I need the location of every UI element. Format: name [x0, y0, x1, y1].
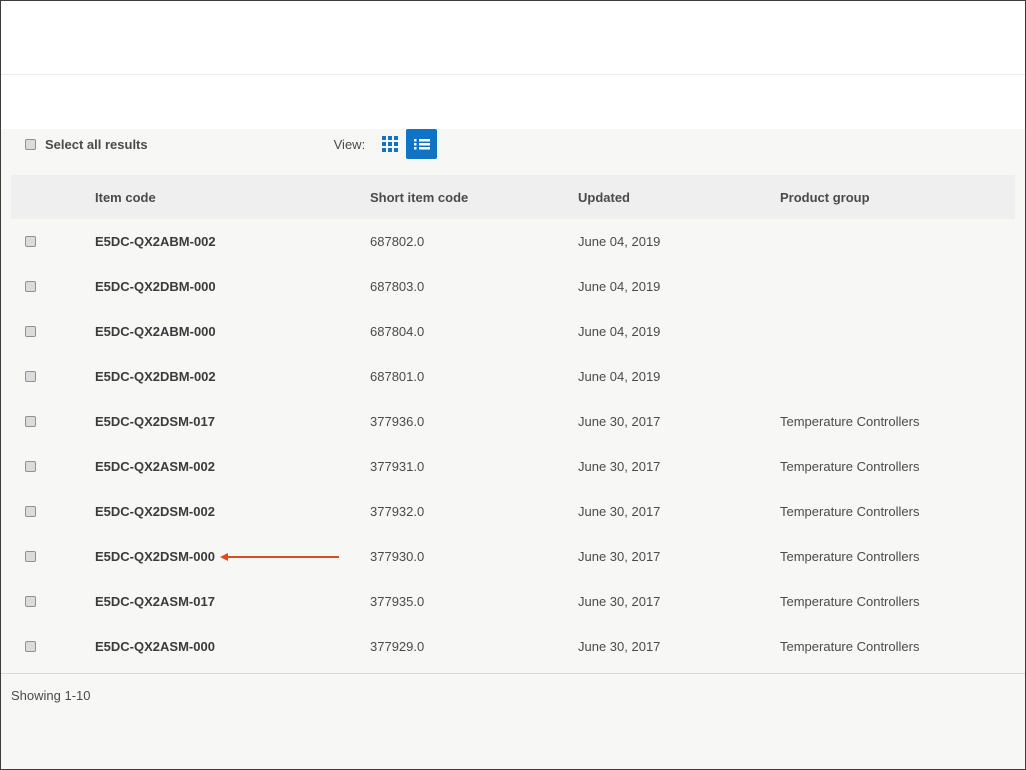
item-code-cell: E5DC-QX2ABM-000	[95, 324, 370, 339]
column-header-short-item-code: Short item code	[370, 189, 469, 205]
updated-cell: June 04, 2019	[578, 279, 661, 294]
item-code-cell: E5DC-QX2DSM-017	[95, 414, 370, 429]
updated-cell: June 30, 2017	[578, 549, 661, 564]
table-row: E5DC-QX2ASM-002 377931.0 June 30, 2017 T…	[11, 444, 1015, 489]
short-item-code-cell: 687804.0	[370, 324, 425, 339]
table-row: E5DC-QX2DBM-000 687803.0 June 04, 2019	[11, 264, 1015, 309]
item-code-cell: E5DC-QX2ASM-017	[95, 594, 370, 609]
short-item-code-cell: 687801.0	[370, 369, 425, 384]
short-item-code-cell: 377936.0	[370, 414, 425, 429]
item-code-text[interactable]: E5DC-QX2DSM-002	[95, 504, 215, 519]
row-checkbox-cell	[11, 506, 95, 517]
short-item-code-cell: 377929.0	[370, 639, 425, 654]
row-checkbox[interactable]	[25, 416, 36, 427]
results-window: Select all results View: Item code Short…	[0, 0, 1026, 770]
row-checkbox[interactable]	[25, 596, 36, 607]
product-group-cell: Temperature Controllers	[780, 549, 920, 564]
short-item-code-cell: 377935.0	[370, 594, 425, 609]
results-table: Item code Short item code Updated Produc…	[11, 175, 1015, 669]
select-all-checkbox[interactable]	[25, 138, 36, 150]
item-code-cell: E5DC-QX2ABM-002	[95, 234, 370, 249]
item-code-text[interactable]: E5DC-QX2DBM-000	[95, 279, 216, 294]
updated-cell: June 04, 2019	[578, 324, 661, 339]
item-code-cell: E5DC-QX2DSM-002	[95, 504, 370, 519]
row-checkbox[interactable]	[25, 326, 36, 337]
table-row: E5DC-QX2DBM-002 687801.0 June 04, 2019	[11, 354, 1015, 399]
item-code-text[interactable]: E5DC-QX2DSM-017	[95, 414, 215, 429]
row-checkbox[interactable]	[25, 371, 36, 382]
short-item-code-cell: 377932.0	[370, 504, 425, 519]
row-checkbox-cell	[11, 236, 95, 247]
results-footer: Showing 1-10	[1, 673, 1025, 703]
row-checkbox-cell	[11, 551, 95, 562]
showing-count: Showing 1-10	[11, 688, 91, 703]
short-item-code-cell: 377930.0	[370, 549, 425, 564]
updated-cell: June 30, 2017	[578, 414, 661, 429]
row-checkbox-cell	[11, 641, 95, 652]
select-all-label: Select all results	[45, 136, 148, 152]
item-code-text[interactable]: E5DC-QX2ASM-002	[95, 459, 215, 474]
list-view-icon	[413, 136, 430, 152]
updated-cell: June 04, 2019	[578, 234, 661, 249]
updated-cell: June 30, 2017	[578, 504, 661, 519]
item-code-cell: E5DC-QX2DBM-002	[95, 369, 370, 384]
table-body: E5DC-QX2ABM-002 687802.0 June 04, 2019 E…	[11, 219, 1015, 669]
item-code-text[interactable]: E5DC-QX2DSM-000	[95, 549, 215, 564]
row-checkbox[interactable]	[25, 506, 36, 517]
row-checkbox-cell	[11, 596, 95, 607]
row-checkbox[interactable]	[25, 461, 36, 472]
item-code-text[interactable]: E5DC-QX2ASM-000	[95, 639, 215, 654]
short-item-code-cell: 377931.0	[370, 459, 425, 474]
updated-cell: June 30, 2017	[578, 594, 661, 609]
column-header-product-group: Product group	[780, 189, 870, 205]
item-code-text[interactable]: E5DC-QX2ABM-002	[95, 234, 216, 249]
row-checkbox[interactable]	[25, 236, 36, 247]
row-checkbox-cell	[11, 371, 95, 382]
row-checkbox[interactable]	[25, 641, 36, 652]
row-checkbox-cell	[11, 461, 95, 472]
annotation-arrow	[219, 552, 339, 561]
row-checkbox[interactable]	[25, 281, 36, 292]
item-code-text[interactable]: E5DC-QX2ASM-017	[95, 594, 215, 609]
table-row: E5DC-QX2DSM-000 377930.0 June 30, 2017 T…	[11, 534, 1015, 579]
view-list-button[interactable]	[406, 129, 438, 159]
updated-cell: June 04, 2019	[578, 369, 661, 384]
product-group-cell: Temperature Controllers	[780, 414, 920, 429]
updated-cell: June 30, 2017	[578, 459, 661, 474]
table-row: E5DC-QX2ABM-002 687802.0 June 04, 2019	[11, 219, 1015, 264]
table-row: E5DC-QX2DSM-017 377936.0 June 30, 2017 T…	[11, 399, 1015, 444]
short-item-code-cell: 687802.0	[370, 234, 425, 249]
row-checkbox-cell	[11, 326, 95, 337]
results-toolbar: Select all results View:	[1, 129, 1025, 159]
updated-cell: June 30, 2017	[578, 639, 661, 654]
table-row: E5DC-QX2ASM-017 377935.0 June 30, 2017 T…	[11, 579, 1015, 624]
view-grid-button[interactable]	[377, 129, 403, 159]
top-bar	[1, 1, 1025, 75]
row-checkbox[interactable]	[25, 551, 36, 562]
table-row: E5DC-QX2ASM-000 377929.0 June 30, 2017 T…	[11, 624, 1015, 669]
view-switcher: View:	[334, 129, 441, 159]
row-checkbox-cell	[11, 281, 95, 292]
product-group-cell: Temperature Controllers	[780, 504, 920, 519]
table-row: E5DC-QX2ABM-000 687804.0 June 04, 2019	[11, 309, 1015, 354]
column-header-updated: Updated	[578, 189, 630, 205]
table-row: E5DC-QX2DSM-002 377932.0 June 30, 2017 T…	[11, 489, 1015, 534]
product-group-cell: Temperature Controllers	[780, 639, 920, 654]
item-code-cell: E5DC-QX2ASM-002	[95, 459, 370, 474]
product-group-cell: Temperature Controllers	[780, 459, 920, 474]
grid-view-icon	[382, 136, 399, 152]
short-item-code-cell: 687803.0	[370, 279, 425, 294]
item-code-text[interactable]: E5DC-QX2ABM-000	[95, 324, 216, 339]
product-group-cell: Temperature Controllers	[780, 594, 920, 609]
item-code-text[interactable]: E5DC-QX2DBM-002	[95, 369, 216, 384]
column-header-item-code: Item code	[95, 189, 156, 205]
results-panel: Select all results View: Item code Short…	[1, 129, 1025, 769]
row-checkbox-cell	[11, 416, 95, 427]
table-header: Item code Short item code Updated Produc…	[11, 175, 1015, 219]
item-code-cell: E5DC-QX2DSM-000	[95, 549, 370, 564]
view-label: View:	[333, 136, 366, 152]
item-code-cell: E5DC-QX2DBM-000	[95, 279, 370, 294]
item-code-cell: E5DC-QX2ASM-000	[95, 639, 370, 654]
